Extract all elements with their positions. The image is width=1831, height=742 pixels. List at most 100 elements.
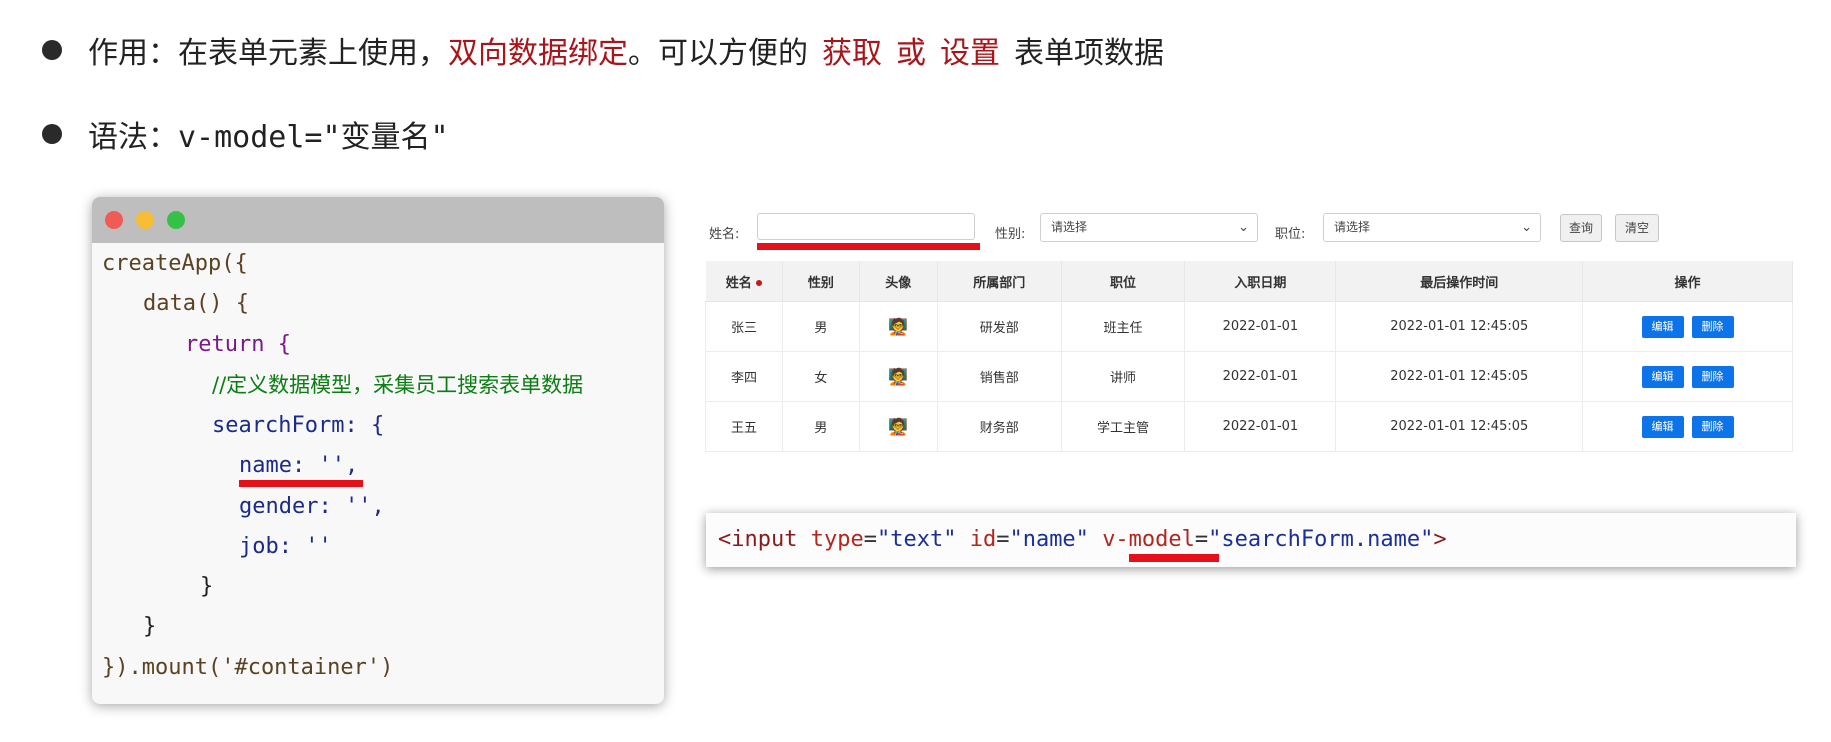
cell-date: 2022-01-01 bbox=[1184, 351, 1337, 402]
usage-prefix: 作用：在表单元素上使用， bbox=[88, 36, 448, 71]
code-line: gender: '', bbox=[239, 494, 385, 519]
chevron-down-icon: ⌄ bbox=[1521, 220, 1532, 235]
table-row: 李四 女 🧑‍🏫 销售部 讲师 2022-01-01 2022-01-01 12… bbox=[705, 351, 1793, 402]
code-line: } bbox=[200, 574, 214, 599]
cell-name: 张三 bbox=[705, 301, 783, 352]
col-header-updated: 最后操作时间 bbox=[1335, 261, 1584, 302]
code-line: }).mount('#container') bbox=[102, 655, 394, 680]
delete-button[interactable]: 删除 bbox=[1691, 315, 1734, 338]
usage-suffix: 表单项数据 bbox=[1014, 36, 1164, 71]
avatar-icon: 🧑‍🏫 bbox=[888, 317, 909, 336]
chevron-down-icon: ⌄ bbox=[1238, 220, 1249, 235]
cell-dept: 研发部 bbox=[937, 301, 1062, 352]
col-header-date: 入职日期 bbox=[1184, 261, 1337, 302]
cell-job: 讲师 bbox=[1061, 351, 1186, 402]
cell-gender: 男 bbox=[782, 301, 860, 352]
col-header-job: 职位 bbox=[1061, 261, 1186, 302]
code-line: job: '' bbox=[239, 534, 332, 559]
name-label: 姓名: bbox=[709, 227, 740, 242]
bullet-usage: 作用：在表单元素上使用， 双向数据绑定 。可以方便的 获取 或 设置 表单项数据 bbox=[42, 28, 1164, 72]
bullet-dot bbox=[42, 40, 62, 60]
vmodel-underline bbox=[1129, 554, 1219, 562]
edit-button[interactable]: 编辑 bbox=[1641, 365, 1684, 388]
cell-date: 2022-01-01 bbox=[1184, 301, 1337, 352]
delete-button[interactable]: 删除 bbox=[1691, 365, 1734, 388]
bullet-dot bbox=[42, 124, 62, 144]
cell-updated: 2022-01-01 12:45:05 bbox=[1335, 401, 1584, 452]
minimize-dot-icon bbox=[136, 211, 154, 229]
avatar-icon: 🧑‍🏫 bbox=[888, 367, 909, 386]
cell-date: 2022-01-01 bbox=[1184, 401, 1337, 452]
delete-button[interactable]: 删除 bbox=[1691, 415, 1734, 438]
code-comment: //定义数据模型，采集员工搜索表单数据 bbox=[212, 373, 584, 397]
snippet-close: > bbox=[1433, 527, 1447, 552]
gender-label: 性别: bbox=[995, 227, 1026, 242]
cell-name: 李四 bbox=[705, 351, 783, 402]
usage-get: 获取 bbox=[822, 36, 882, 71]
employee-table: 姓名 性别 头像 所属部门 职位 入职日期 最后操作时间 操作 张三 男 🧑‍🏫… bbox=[705, 261, 1793, 452]
col-header-actions: 操作 bbox=[1582, 261, 1793, 302]
code-line: data() { bbox=[143, 291, 249, 316]
cell-avatar: 🧑‍🏫 bbox=[859, 301, 938, 352]
snippet-id-val: "name" bbox=[1009, 527, 1089, 552]
employee-search-panel: 姓名: 性别: 请选择 ⌄ 职位: 请选择 ⌄ 查询 清空 姓名 性别 头像 所… bbox=[705, 204, 1795, 454]
code-line: } bbox=[143, 614, 157, 639]
cell-dept: 销售部 bbox=[937, 351, 1062, 402]
cell-gender: 男 bbox=[782, 401, 860, 452]
job-label: 职位: bbox=[1275, 227, 1306, 242]
cell-job: 学工主管 bbox=[1061, 401, 1186, 452]
code-window: createApp({ data() { return { //定义数据模型，采… bbox=[92, 197, 664, 704]
syntax-prefix: 语法： bbox=[88, 120, 178, 155]
bullet-syntax: 语法： v-model="变量名" bbox=[42, 112, 449, 156]
gender-select[interactable]: 请选择 ⌄ bbox=[1040, 213, 1258, 242]
cell-updated: 2022-01-01 12:45:05 bbox=[1335, 301, 1584, 352]
cell-actions: 编辑 删除 bbox=[1582, 401, 1793, 452]
snippet-type-val: "text" bbox=[876, 527, 957, 552]
table-row: 王五 男 🧑‍🏫 财务部 学工主管 2022-01-01 2022-01-01 … bbox=[705, 401, 1793, 452]
snippet-type-attr: type bbox=[810, 527, 864, 552]
usage-highlight: 双向数据绑定 bbox=[448, 36, 628, 71]
window-titlebar bbox=[92, 197, 664, 243]
edit-button[interactable]: 编辑 bbox=[1641, 415, 1684, 438]
usage-set: 设置 bbox=[940, 36, 1000, 71]
name-input-underline bbox=[757, 243, 980, 250]
snippet-open: <input bbox=[718, 527, 798, 552]
maximize-dot-icon bbox=[167, 211, 185, 229]
cell-job: 班主任 bbox=[1061, 301, 1186, 352]
syntax-code: v-model="变量名" bbox=[178, 120, 449, 155]
code-line-name: name: '', bbox=[239, 453, 359, 478]
name-underline bbox=[239, 480, 363, 487]
edit-button[interactable]: 编辑 bbox=[1641, 315, 1684, 338]
code-line: searchForm: { bbox=[212, 413, 385, 438]
cell-updated: 2022-01-01 12:45:05 bbox=[1335, 351, 1584, 402]
cell-actions: 编辑 删除 bbox=[1582, 351, 1793, 402]
col-header-gender: 性别 bbox=[782, 261, 860, 302]
input-code-snippet: <input type="text" id="name" v-model="se… bbox=[706, 513, 1796, 567]
usage-or: 或 bbox=[896, 36, 926, 71]
job-selected: 请选择 bbox=[1334, 220, 1371, 234]
cell-gender: 女 bbox=[782, 351, 860, 402]
required-dot-icon bbox=[755, 280, 762, 286]
snippet-vmodel-attr: v-model bbox=[1102, 527, 1195, 552]
snippet-id-attr: id bbox=[969, 527, 997, 552]
name-input[interactable] bbox=[757, 213, 975, 240]
avatar-icon: 🧑‍🏫 bbox=[888, 417, 909, 436]
snippet-vmodel-val: "searchForm.name" bbox=[1208, 527, 1434, 552]
gender-selected: 请选择 bbox=[1051, 220, 1088, 234]
code-line: createApp({ bbox=[102, 251, 248, 276]
code-line: return { bbox=[185, 332, 291, 357]
query-button[interactable]: 查询 bbox=[1560, 214, 1602, 242]
col-header-avatar: 头像 bbox=[859, 261, 938, 302]
cell-dept: 财务部 bbox=[937, 401, 1062, 452]
cell-actions: 编辑 删除 bbox=[1582, 301, 1793, 352]
col-header-name: 姓名 bbox=[705, 261, 783, 302]
col-header-dept: 所属部门 bbox=[937, 261, 1062, 302]
cell-avatar: 🧑‍🏫 bbox=[859, 351, 938, 402]
clear-button[interactable]: 清空 bbox=[1615, 214, 1659, 242]
job-select[interactable]: 请选择 ⌄ bbox=[1323, 213, 1541, 242]
cell-avatar: 🧑‍🏫 bbox=[859, 401, 938, 452]
cell-name: 王五 bbox=[705, 401, 783, 452]
table-header-row: 姓名 性别 头像 所属部门 职位 入职日期 最后操作时间 操作 bbox=[705, 261, 1793, 302]
table-row: 张三 男 🧑‍🏫 研发部 班主任 2022-01-01 2022-01-01 1… bbox=[705, 301, 1793, 352]
usage-middle: 。可以方便的 bbox=[628, 36, 808, 71]
